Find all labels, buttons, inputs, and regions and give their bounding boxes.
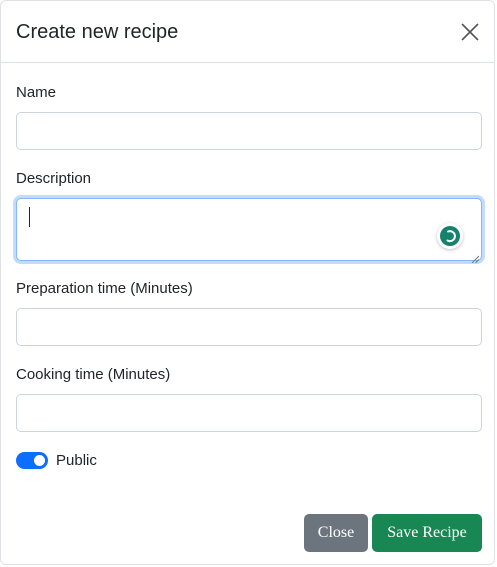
name-input[interactable] [16,112,482,150]
resize-grip-icon[interactable] [471,250,480,264]
public-toggle[interactable] [16,452,48,469]
text-caret [29,207,30,227]
save-recipe-button[interactable]: Save Recipe [372,514,482,552]
close-icon[interactable] [459,21,481,43]
description-textarea[interactable] [16,198,482,264]
create-recipe-modal: Create new recipe Name Description Prepa… [0,0,495,565]
grammar-assistant-icon[interactable] [437,223,463,249]
modal-header: Create new recipe [1,1,494,63]
close-button[interactable]: Close [304,514,368,552]
modal-title: Create new recipe [16,21,179,43]
description-label: Description [16,170,92,187]
preparation-time-input[interactable] [16,308,482,346]
toggle-knob [34,455,45,466]
public-toggle-label[interactable]: Public [56,452,97,470]
name-label: Name [16,84,57,101]
preparation-time-label: Preparation time (Minutes) [16,280,193,297]
cooking-time-label: Cooking time (Minutes) [16,366,171,383]
cooking-time-input[interactable] [16,394,482,432]
